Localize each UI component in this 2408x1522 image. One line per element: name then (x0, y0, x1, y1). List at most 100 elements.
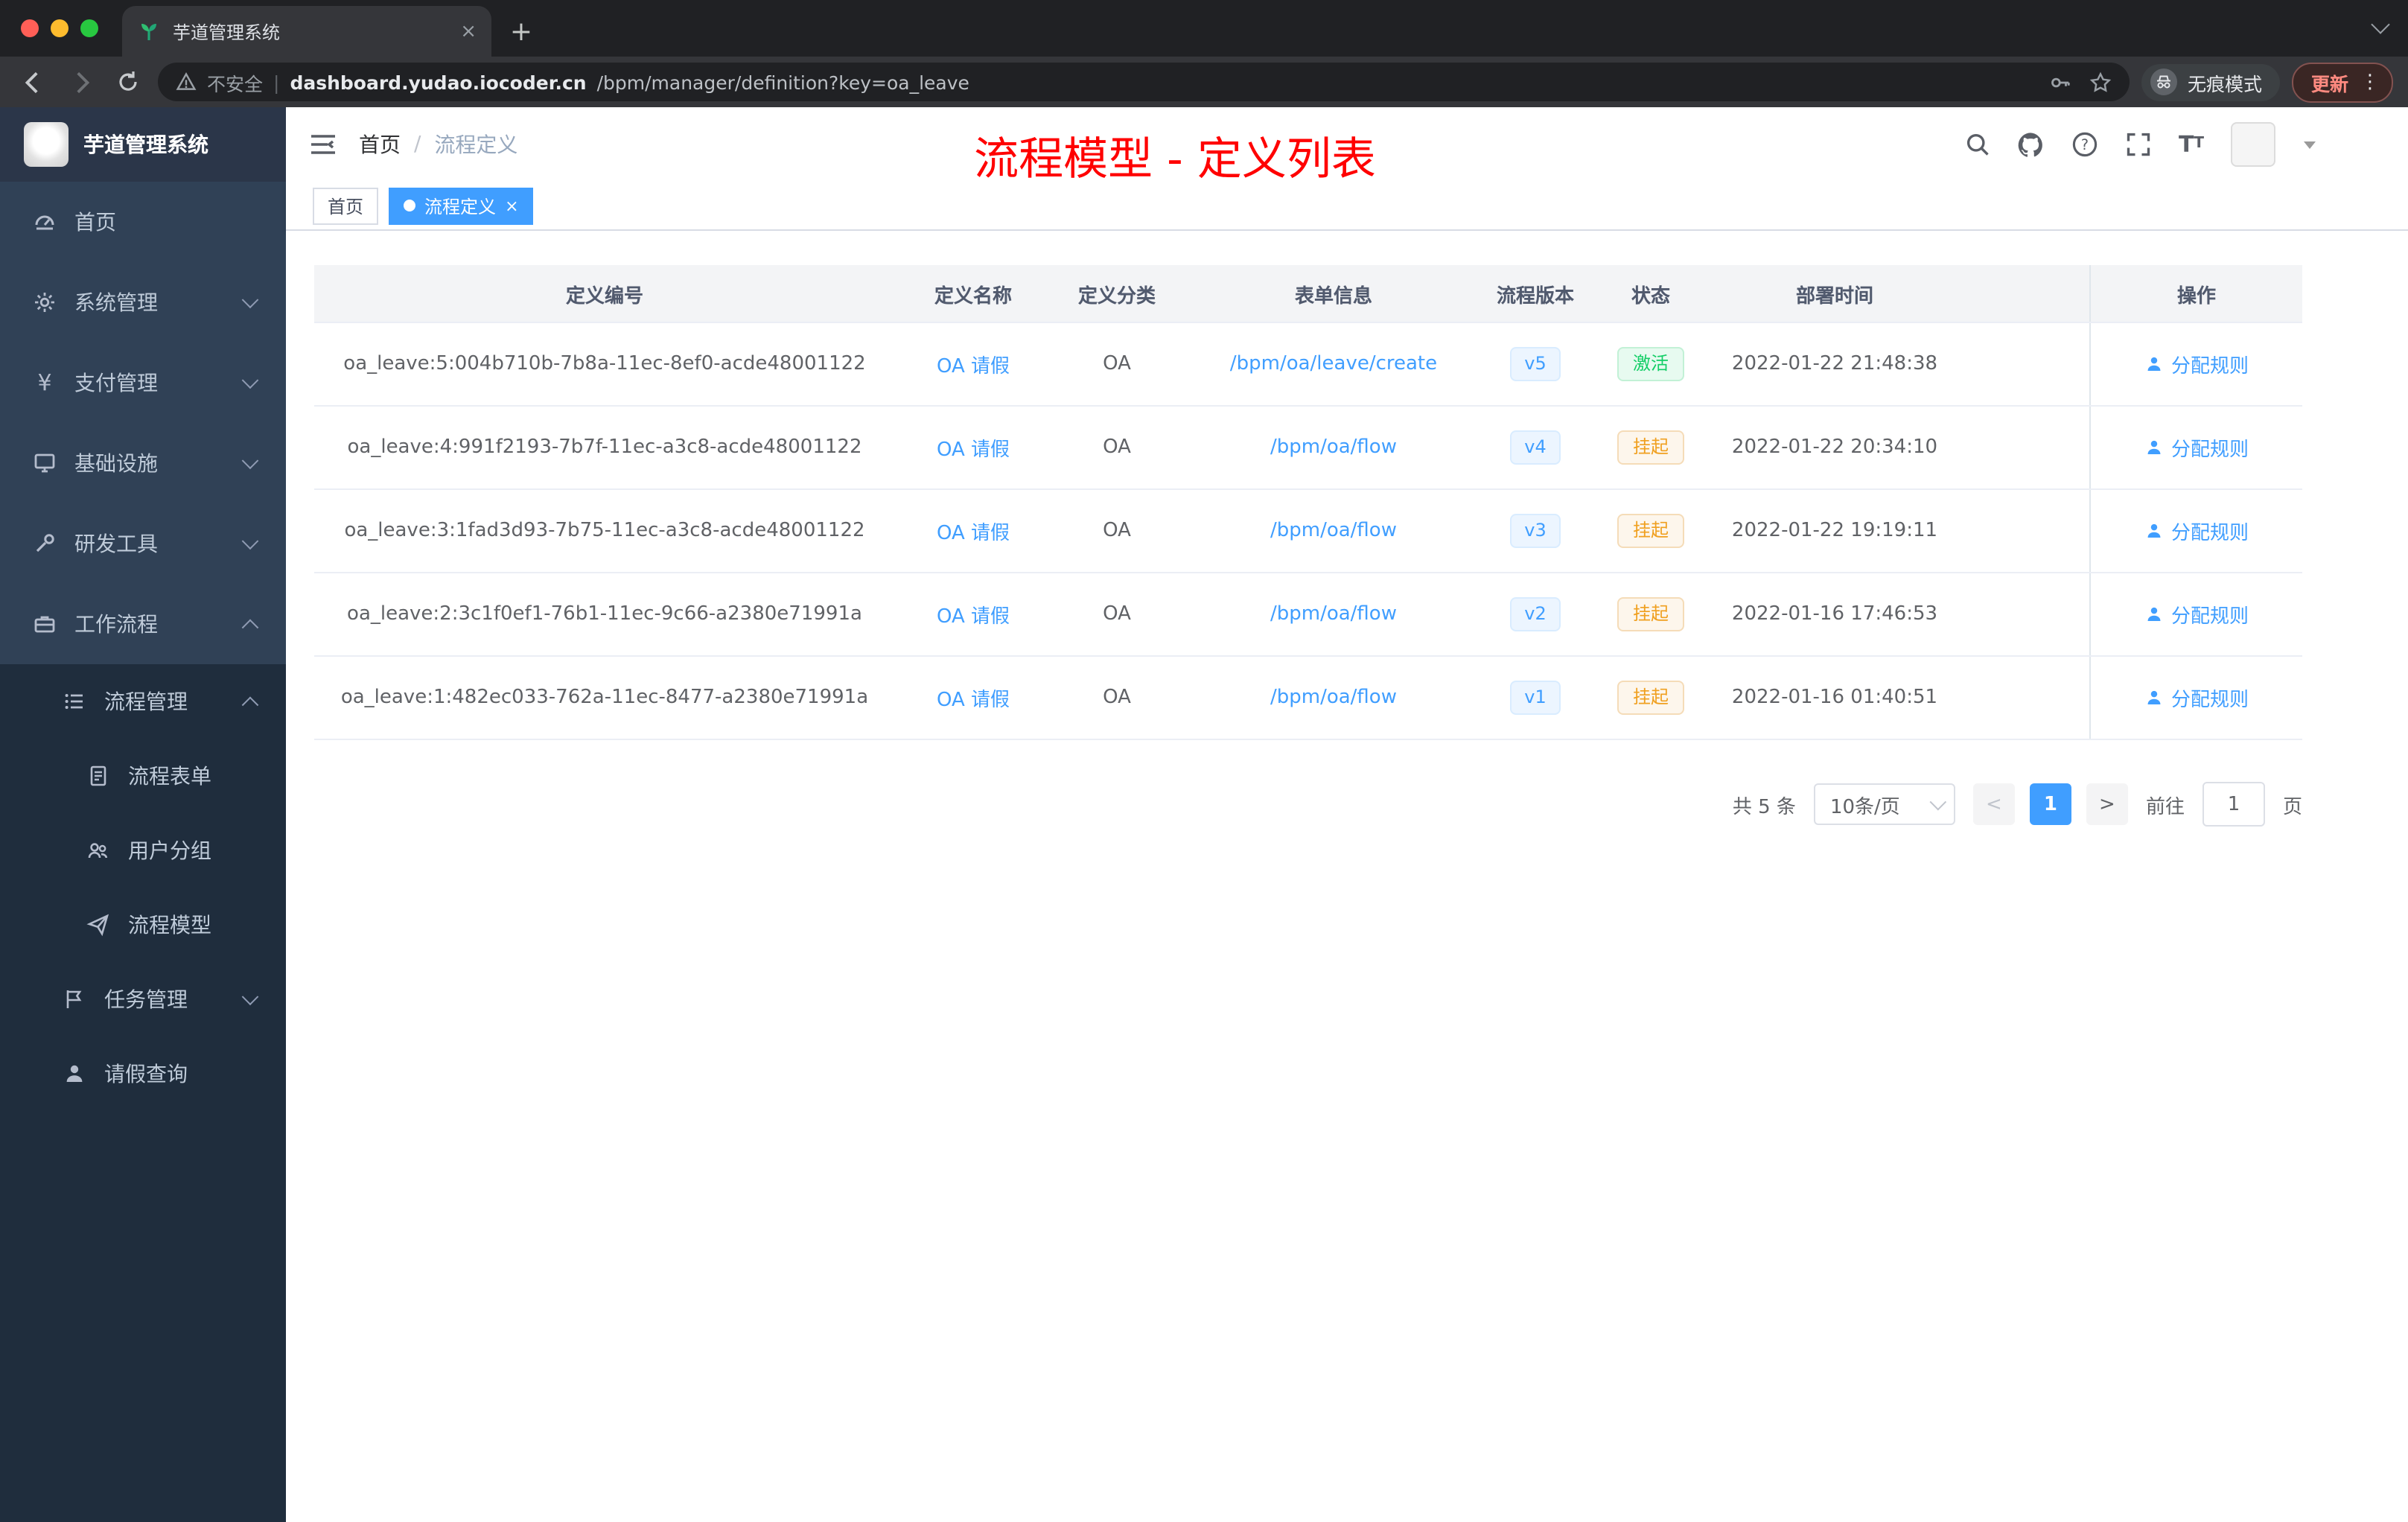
minimize-window-button[interactable] (51, 19, 69, 37)
browser-toolbar: 不安全 | dashboard.yudao.iocoder.cn /bpm/ma… (0, 57, 2408, 107)
sidebar-item-leave-query[interactable]: 请假查询 (0, 1037, 286, 1111)
sidebar-item-label: 用户分组 (128, 840, 211, 864)
form-link[interactable]: /bpm/oa/flow (1270, 603, 1397, 625)
page-number-button[interactable]: 1 (2029, 783, 2071, 825)
address-bar[interactable]: 不安全 | dashboard.yudao.iocoder.cn /bpm/ma… (158, 63, 2130, 101)
definition-id: oa_leave:3:1fad3d93-7b75-11ec-a3c8-acde4… (344, 520, 865, 542)
tab-title: 芋道管理系统 (173, 22, 281, 42)
page-size-select[interactable]: 10条/页 (1813, 783, 1955, 825)
status-badge: 挂起 (1617, 597, 1684, 631)
sidebar: 芋道管理系统 首页 系统管理 ¥ 支付管理 基础设施 研发工具 工作流程 流程管… (0, 107, 286, 1522)
back-button[interactable] (15, 64, 51, 100)
sidebar-item-label: 基础设施 (74, 453, 158, 477)
new-tab-button[interactable]: + (500, 10, 542, 52)
url-path: /bpm/manager/definition?key=oa_leave (596, 71, 969, 93)
bookmark-star-icon[interactable] (2089, 71, 2112, 93)
tag-process-definition[interactable]: 流程定义 × (389, 187, 534, 224)
incognito-badge: 无痕模式 (2141, 63, 2280, 101)
assign-rule-button[interactable]: 分配规则 (2144, 600, 2249, 628)
screen: 芋道管理系统 × + 不安全 | dashboard.yudao.iocoder… (0, 0, 2408, 1522)
assign-rule-button[interactable]: 分配规则 (2144, 433, 2249, 462)
tab-favicon-icon (141, 24, 156, 40)
version-tag: v4 (1509, 430, 1561, 465)
fullscreen-icon[interactable] (2124, 130, 2152, 159)
jump-page-input[interactable] (2202, 782, 2265, 827)
forward-button[interactable] (63, 64, 98, 100)
definition-id: oa_leave:1:482ec033-762a-11ec-8477-a2380… (340, 687, 869, 709)
definition-name-link[interactable]: OA 请假 (937, 433, 1010, 462)
sidebar-item-process-management[interactable]: 流程管理 (0, 664, 286, 739)
col-header: 操作 (2089, 265, 2302, 322)
deploy-time: 2022-01-22 19:19:11 (1731, 520, 1938, 542)
tag-home[interactable]: 首页 (313, 187, 379, 224)
chevron-down-icon (1929, 793, 1947, 811)
pagination: 共 5 条 10条/页 < 1 > 前往 页 (314, 782, 2302, 827)
version-tag: v5 (1509, 347, 1561, 381)
definition-name-link[interactable]: OA 请假 (937, 350, 1010, 378)
sidebar-item-payment[interactable]: ¥ 支付管理 (0, 343, 286, 423)
tab-search-chevron-icon[interactable] (2371, 15, 2390, 34)
form-link[interactable]: /bpm/oa/flow (1270, 687, 1397, 709)
tag-close-icon[interactable]: × (505, 197, 518, 214)
assign-rule-button[interactable]: 分配规则 (2144, 350, 2249, 378)
sidebar-item-infrastructure[interactable]: 基础设施 (0, 423, 286, 503)
sidebar-item-system[interactable]: 系统管理 (0, 262, 286, 343)
list-icon (65, 694, 83, 709)
definition-name-link[interactable]: OA 请假 (937, 684, 1010, 712)
briefcase-icon (34, 616, 55, 633)
github-icon[interactable] (2016, 130, 2045, 159)
reload-button[interactable] (110, 64, 146, 100)
avatar-dropdown-caret-icon[interactable] (2304, 141, 2316, 148)
zoom-window-button[interactable] (80, 19, 98, 37)
col-header: 定义名称 (934, 285, 1012, 308)
definition-name-link[interactable]: OA 请假 (937, 517, 1010, 545)
assign-rule-label: 分配规则 (2170, 439, 2249, 462)
tool-icon (36, 534, 54, 553)
col-header: 定义分类 (1077, 285, 1156, 308)
sidebar-item-label: 研发工具 (74, 533, 158, 557)
sidebar-item-task-management[interactable]: 任务管理 (0, 962, 286, 1037)
tab-close-icon[interactable]: × (460, 20, 477, 42)
deploy-time: 2022-01-22 21:48:38 (1731, 353, 1938, 375)
definition-category: OA (1103, 436, 1131, 459)
password-key-icon[interactable] (2049, 71, 2071, 93)
form-link[interactable]: /bpm/oa/flow (1270, 520, 1397, 542)
chevron-down-icon (241, 988, 259, 1006)
definition-name-link[interactable]: OA 请假 (937, 600, 1010, 628)
sidebar-item-home[interactable]: 首页 (0, 182, 286, 262)
next-page-button[interactable]: > (2086, 783, 2128, 825)
help-icon[interactable]: ? (2070, 130, 2098, 159)
chevron-up-icon (241, 696, 259, 714)
search-button[interactable] (1963, 130, 1991, 159)
sidebar-item-process-form[interactable]: 流程表单 (0, 739, 286, 813)
font-size-icon[interactable]: TT (2177, 130, 2205, 159)
assign-rule-button[interactable]: 分配规则 (2144, 517, 2249, 545)
sidebar-item-process-model[interactable]: 流程模型 (0, 888, 286, 962)
prev-page-button[interactable]: < (1972, 783, 2015, 825)
sidebar-item-devtools[interactable]: 研发工具 (0, 503, 286, 584)
definition-category: OA (1103, 353, 1131, 375)
close-window-button[interactable] (21, 19, 39, 37)
chevron-up-icon (241, 619, 259, 637)
assign-rule-button[interactable]: 分配规则 (2144, 684, 2249, 712)
sidebar-item-label: 流程表单 (128, 765, 211, 789)
sidebar-item-workflow[interactable]: 工作流程 (0, 584, 286, 664)
col-header: 部署时间 (1795, 285, 1873, 308)
sidebar-logo[interactable]: 芋道管理系统 (0, 107, 286, 182)
user-icon (2147, 690, 2161, 704)
browser-tab[interactable]: 芋道管理系统 × (122, 6, 491, 57)
sidebar-collapse-icon[interactable] (308, 130, 338, 159)
browser-menu-kebab-icon[interactable]: ⋮ (2360, 72, 2380, 92)
form-link[interactable]: /bpm/oa/flow (1270, 436, 1397, 459)
breadcrumb-home[interactable]: 首页 (359, 130, 401, 159)
col-header: 流程版本 (1496, 285, 1574, 308)
incognito-label: 无痕模式 (2187, 72, 2262, 95)
col-header-filler (1954, 265, 2089, 322)
user-avatar[interactable] (2231, 122, 2275, 167)
sidebar-filler (0, 1111, 286, 1522)
form-link[interactable]: /bpm/oa/leave/create (1230, 353, 1437, 375)
sidebar-item-user-group[interactable]: 用户分组 (0, 813, 286, 888)
chrome-update-button[interactable]: 更新 ⋮ (2291, 62, 2393, 102)
deploy-time: 2022-01-22 20:34:10 (1731, 436, 1938, 459)
definition-id: oa_leave:2:3c1f0ef1-76b1-11ec-9c66-a2380… (347, 603, 862, 625)
